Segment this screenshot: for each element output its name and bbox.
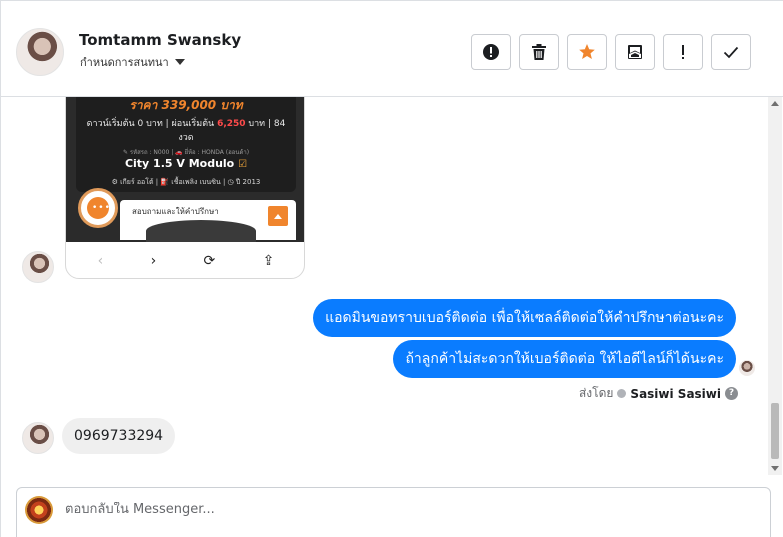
sent-by-info: ส่งโดย Sasiwi Sasiwi ? bbox=[579, 384, 738, 403]
back-icon: ‹ bbox=[97, 253, 104, 269]
refresh-icon: ⟳ bbox=[203, 253, 216, 269]
delete-button[interactable] bbox=[519, 34, 559, 70]
star-button[interactable] bbox=[567, 34, 607, 70]
move-to-inbox-button[interactable] bbox=[615, 34, 655, 70]
listing-price: ราคา 339,000 บาท bbox=[129, 98, 243, 112]
listing-model: City 1.5 V Modulo ☑ bbox=[76, 157, 296, 170]
scroll-top-icon bbox=[268, 206, 288, 226]
help-icon[interactable]: ? bbox=[725, 387, 738, 400]
sender-name[interactable]: Sasiwi Sasiwi bbox=[630, 387, 721, 401]
inbox-conversation-panel: Tomtamm Swansky กำหนดการสนทนา ราคา 339,0… bbox=[0, 0, 783, 537]
seen-avatar bbox=[739, 360, 755, 376]
chat-dots-icon: ••• bbox=[92, 203, 111, 213]
caret-down-icon bbox=[174, 59, 185, 65]
conversation-toolbar bbox=[471, 34, 751, 70]
outgoing-message[interactable]: ถ้าลูกค้าไม่สะดวกให้เบอร์ติดต่อ ให้ไอดีไ… bbox=[393, 340, 736, 378]
thread-scrollbar[interactable] bbox=[768, 97, 782, 475]
message-thread[interactable]: ราคา 339,000 บาท ดาวน์เริ่มต้น 0 บาท | ผ… bbox=[1, 97, 783, 477]
reply-composer bbox=[16, 487, 771, 537]
forward-icon: › bbox=[150, 253, 157, 269]
contact-avatar[interactable] bbox=[16, 28, 64, 76]
share-icon: ⇪ bbox=[262, 253, 275, 269]
scroll-thumb[interactable] bbox=[771, 403, 779, 459]
chat-widget-inner: ••• bbox=[87, 197, 111, 219]
star-icon bbox=[579, 44, 595, 59]
incoming-message[interactable]: 0969733294 bbox=[62, 418, 176, 454]
listing-installment-amount: 6,250 bbox=[217, 119, 246, 129]
car-image bbox=[146, 220, 256, 242]
follow-up-button[interactable] bbox=[663, 34, 703, 70]
scroll-down-icon[interactable] bbox=[771, 466, 779, 471]
page-avatar bbox=[25, 496, 53, 524]
trash-icon bbox=[532, 44, 546, 60]
assign-conversation-label: กำหนดการสนทนา bbox=[80, 56, 169, 69]
exclamation-icon bbox=[682, 45, 684, 59]
inbox-icon bbox=[628, 45, 642, 59]
scroll-up-icon[interactable] bbox=[771, 101, 779, 106]
sent-by-label: ส่งโดย bbox=[578, 386, 614, 400]
conversation-header: Tomtamm Swansky กำหนดการสนทนา bbox=[1, 0, 783, 97]
listing-meta-specs: ⚙ เกียร์ ออโต้ | ⛽ เชื้อเพลิง เบนซิน | ◷… bbox=[111, 178, 261, 186]
listing-down-prefix: ดาวน์เริ่มต้น 0 บาท | ผ่อนเริ่มต้น bbox=[86, 119, 218, 129]
contact-name[interactable]: Tomtamm Swansky bbox=[79, 31, 241, 49]
alert-circle-icon bbox=[483, 44, 499, 60]
sender-avatar-icon bbox=[617, 389, 627, 398]
listing-model-text: City 1.5 V Modulo bbox=[124, 157, 235, 170]
chat-widget-icon: ••• bbox=[78, 188, 118, 228]
verified-icon: ☑ bbox=[238, 159, 248, 170]
contact-avatar-small bbox=[22, 422, 54, 454]
reply-input[interactable] bbox=[65, 502, 755, 517]
shared-image-attachment[interactable]: ราคา 339,000 บาท ดาวน์เริ่มต้น 0 บาท | ผ… bbox=[65, 97, 305, 279]
listing-meta-code-brand: ✎ รหัสรถ : N000 | 🚗 ยี่ห้อ : HONDA (ฮอนด… bbox=[122, 149, 250, 156]
assign-conversation-dropdown[interactable]: กำหนดการสนทนา bbox=[80, 53, 185, 71]
composer-area bbox=[1, 477, 783, 537]
check-icon bbox=[723, 46, 739, 59]
outgoing-message[interactable]: แอดมินขอทราบเบอร์ติดต่อ เพื่อให้เซลล์ติด… bbox=[313, 299, 736, 337]
mark-done-button[interactable] bbox=[711, 34, 751, 70]
listing-installment-unit: งวด bbox=[178, 133, 194, 143]
shared-image-listing-panel: ราคา 339,000 บาท ดาวน์เริ่มต้น 0 บาท | ผ… bbox=[76, 97, 296, 192]
listing-down-suffix: บาท | 84 bbox=[245, 119, 286, 129]
listing-down-payment: ดาวน์เริ่มต้น 0 บาท | ผ่อนเริ่มต้น 6,250… bbox=[76, 116, 296, 130]
contact-avatar-small bbox=[22, 251, 54, 283]
browser-nav-bar: ‹ › ⟳ ⇪ bbox=[66, 242, 304, 278]
listing-ask-label: สอบถามและให้คำปรึกษา bbox=[132, 207, 219, 216]
spam-button[interactable] bbox=[471, 34, 511, 70]
